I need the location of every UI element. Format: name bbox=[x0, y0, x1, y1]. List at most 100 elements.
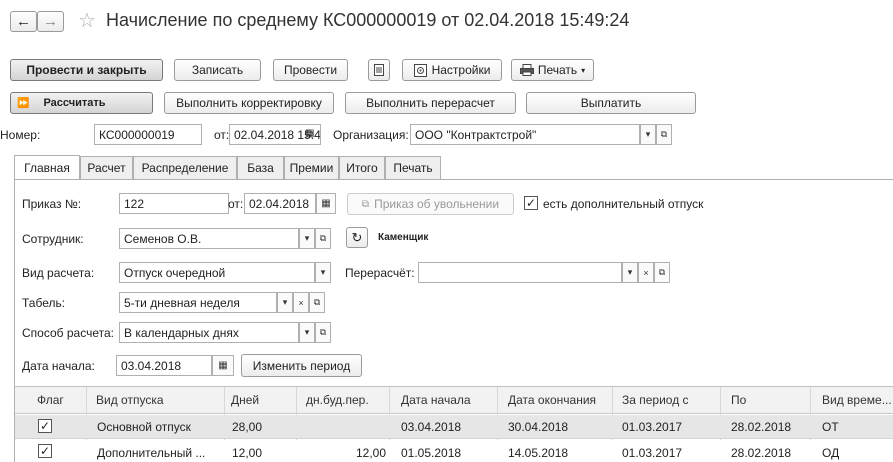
column-header-flag[interactable]: Флаг bbox=[37, 386, 64, 414]
arrow-left-icon: ← bbox=[16, 13, 31, 30]
dismissal-order-button: ⧉ Приказ об увольнении bbox=[347, 193, 514, 215]
row-time-kind: ОД bbox=[822, 446, 840, 460]
column-header-period-from[interactable]: За период с bbox=[622, 386, 689, 414]
row-time-kind: ОТ bbox=[822, 420, 839, 434]
checkmark-icon: ✓ bbox=[39, 444, 51, 458]
window-title: Начисление по среднему КС000000019 от 02… bbox=[106, 10, 630, 30]
recalculation-button[interactable]: Выполнить перерасчет bbox=[345, 92, 516, 114]
save-button[interactable]: Записать bbox=[174, 59, 261, 81]
refresh-icon: ↻ bbox=[351, 229, 363, 245]
column-header-leave-type[interactable]: Вид отпуска bbox=[96, 386, 164, 414]
column-header-time-kind[interactable]: Вид време... bbox=[822, 386, 892, 414]
column-header-end-date[interactable]: Дата окончания bbox=[508, 386, 596, 414]
checkmark-icon: ✓ bbox=[39, 419, 51, 433]
row-flag-checkbox[interactable]: ✓ bbox=[38, 444, 52, 458]
order-number-label: Приказ №: bbox=[22, 197, 82, 211]
print-menu-button[interactable]: Печать ▾ bbox=[511, 59, 594, 81]
order-date-calendar-button[interactable]: ▦ bbox=[316, 193, 336, 214]
chevron-down-icon: ▾ bbox=[320, 267, 326, 277]
recalculation-clear-button[interactable]: × bbox=[638, 262, 654, 283]
tab-base[interactable]: База bbox=[237, 156, 284, 179]
calendar-icon: ▦ bbox=[218, 360, 228, 371]
extra-leave-label: есть дополнительный отпуск bbox=[543, 197, 704, 211]
row-flag-checkbox[interactable]: ✓ bbox=[38, 419, 52, 433]
chevron-down-icon: ▾ bbox=[304, 327, 310, 337]
employee-open-button[interactable]: ⧉ bbox=[315, 228, 331, 249]
row-days: 28,00 bbox=[232, 420, 263, 434]
tab-total[interactable]: Итого bbox=[339, 156, 385, 179]
back-button[interactable]: ← bbox=[10, 11, 37, 32]
chevron-down-icon: ▾ bbox=[627, 267, 633, 277]
favorite-star-icon[interactable]: ☆ bbox=[78, 8, 96, 33]
row-end-date: 30.04.2018 bbox=[508, 420, 569, 434]
calc-type-field[interactable]: Отпуск очередной bbox=[119, 262, 315, 283]
number-field[interactable]: КС000000019 bbox=[94, 124, 202, 145]
calculate-button[interactable]: ⏩ Рассчитать bbox=[10, 92, 153, 114]
calc-method-open-button[interactable]: ⧉ bbox=[315, 322, 331, 343]
timesheet-clear-button[interactable]: × bbox=[293, 292, 309, 313]
row-start-date: 03.04.2018 bbox=[401, 420, 462, 434]
order-number-field[interactable]: 122 bbox=[119, 193, 229, 214]
start-date-field[interactable]: 03.04.2018 bbox=[116, 355, 212, 376]
employee-dropdown-button[interactable]: ▾ bbox=[299, 228, 315, 249]
row-leave-type: Дополнительный ... bbox=[97, 446, 206, 460]
open-link-icon: ⧉ bbox=[319, 233, 327, 243]
settings-button[interactable]: Настройки bbox=[402, 59, 502, 81]
chevron-down-icon: ▾ bbox=[282, 297, 288, 307]
print-label: Печать bbox=[537, 63, 578, 77]
organization-dropdown-button[interactable]: ▾ bbox=[640, 124, 656, 145]
tab-calculation[interactable]: Расчет bbox=[80, 156, 133, 179]
clear-icon: × bbox=[643, 267, 649, 278]
recalculation-open-button[interactable]: ⧉ bbox=[654, 262, 670, 283]
clear-icon: × bbox=[298, 297, 304, 308]
tab-print[interactable]: Печать bbox=[385, 156, 441, 179]
tab-distribution[interactable]: Распределение bbox=[133, 156, 237, 179]
order-date-label: от: bbox=[228, 197, 244, 211]
open-link-icon: ⧉ bbox=[313, 297, 321, 307]
correction-button[interactable]: Выполнить корректировку bbox=[164, 92, 334, 114]
row-period-to: 28.02.2018 bbox=[731, 420, 792, 434]
employee-field[interactable]: Семенов О.В. bbox=[119, 228, 299, 249]
forward-button[interactable]: → bbox=[37, 11, 64, 32]
calendar-icon[interactable]: ▦ bbox=[305, 128, 314, 139]
recalculation-field[interactable] bbox=[418, 262, 622, 283]
organization-open-button[interactable]: ⧉ bbox=[656, 124, 672, 145]
calc-method-field[interactable]: В календарных днях bbox=[119, 322, 299, 343]
timesheet-dropdown-button[interactable]: ▾ bbox=[277, 292, 293, 313]
calc-method-dropdown-button[interactable]: ▾ bbox=[299, 322, 315, 343]
post-and-close-button[interactable]: Провести и закрыть bbox=[10, 59, 163, 81]
column-header-period-to[interactable]: По bbox=[731, 386, 746, 414]
calc-method-label: Способ расчета: bbox=[22, 326, 114, 340]
timesheet-label: Табель: bbox=[22, 296, 66, 310]
calendar-icon: ▦ bbox=[321, 198, 331, 209]
calculate-label: Рассчитать bbox=[43, 97, 106, 109]
arrow-right-icon: → bbox=[43, 13, 58, 30]
tab-main[interactable]: Главная bbox=[14, 155, 80, 180]
column-header-start-date[interactable]: Дата начала bbox=[401, 386, 471, 414]
number-label: Номер: bbox=[0, 128, 41, 142]
change-period-button[interactable]: Изменить период bbox=[241, 354, 362, 377]
row-period-from: 01.03.2017 bbox=[622, 446, 683, 460]
chevron-down-icon: ▾ bbox=[304, 233, 310, 243]
order-date-field[interactable]: 02.04.2018 bbox=[244, 193, 316, 214]
post-button[interactable]: Провести bbox=[273, 59, 348, 81]
calc-type-dropdown-button[interactable]: ▾ bbox=[315, 262, 331, 283]
column-header-future-days[interactable]: дн.буд.пер. bbox=[306, 386, 369, 414]
extra-leave-checkbox[interactable]: ✓ bbox=[524, 196, 538, 210]
timesheet-field[interactable]: 5-ти дневная неделя bbox=[119, 292, 277, 313]
column-header-days[interactable]: Дней bbox=[231, 386, 259, 414]
refresh-position-button[interactable]: ↻ bbox=[346, 227, 368, 248]
timesheet-open-button[interactable]: ⧉ bbox=[309, 292, 325, 313]
row-end-date: 14.05.2018 bbox=[508, 446, 569, 460]
organization-field[interactable]: ООО "Контрактстрой" bbox=[410, 124, 640, 145]
date-label: от: bbox=[214, 128, 230, 142]
report-button[interactable] bbox=[368, 59, 390, 81]
open-link-icon: ⧉ bbox=[658, 267, 666, 277]
open-link-icon: ⧉ bbox=[660, 129, 668, 139]
start-date-label: Дата начала: bbox=[22, 359, 95, 373]
pay-button[interactable]: Выплатить bbox=[526, 92, 696, 114]
tab-bonuses[interactable]: Премии bbox=[284, 156, 339, 179]
row-days: 12,00 bbox=[232, 446, 263, 460]
start-date-calendar-button[interactable]: ▦ bbox=[212, 355, 234, 376]
recalculation-dropdown-button[interactable]: ▾ bbox=[622, 262, 638, 283]
